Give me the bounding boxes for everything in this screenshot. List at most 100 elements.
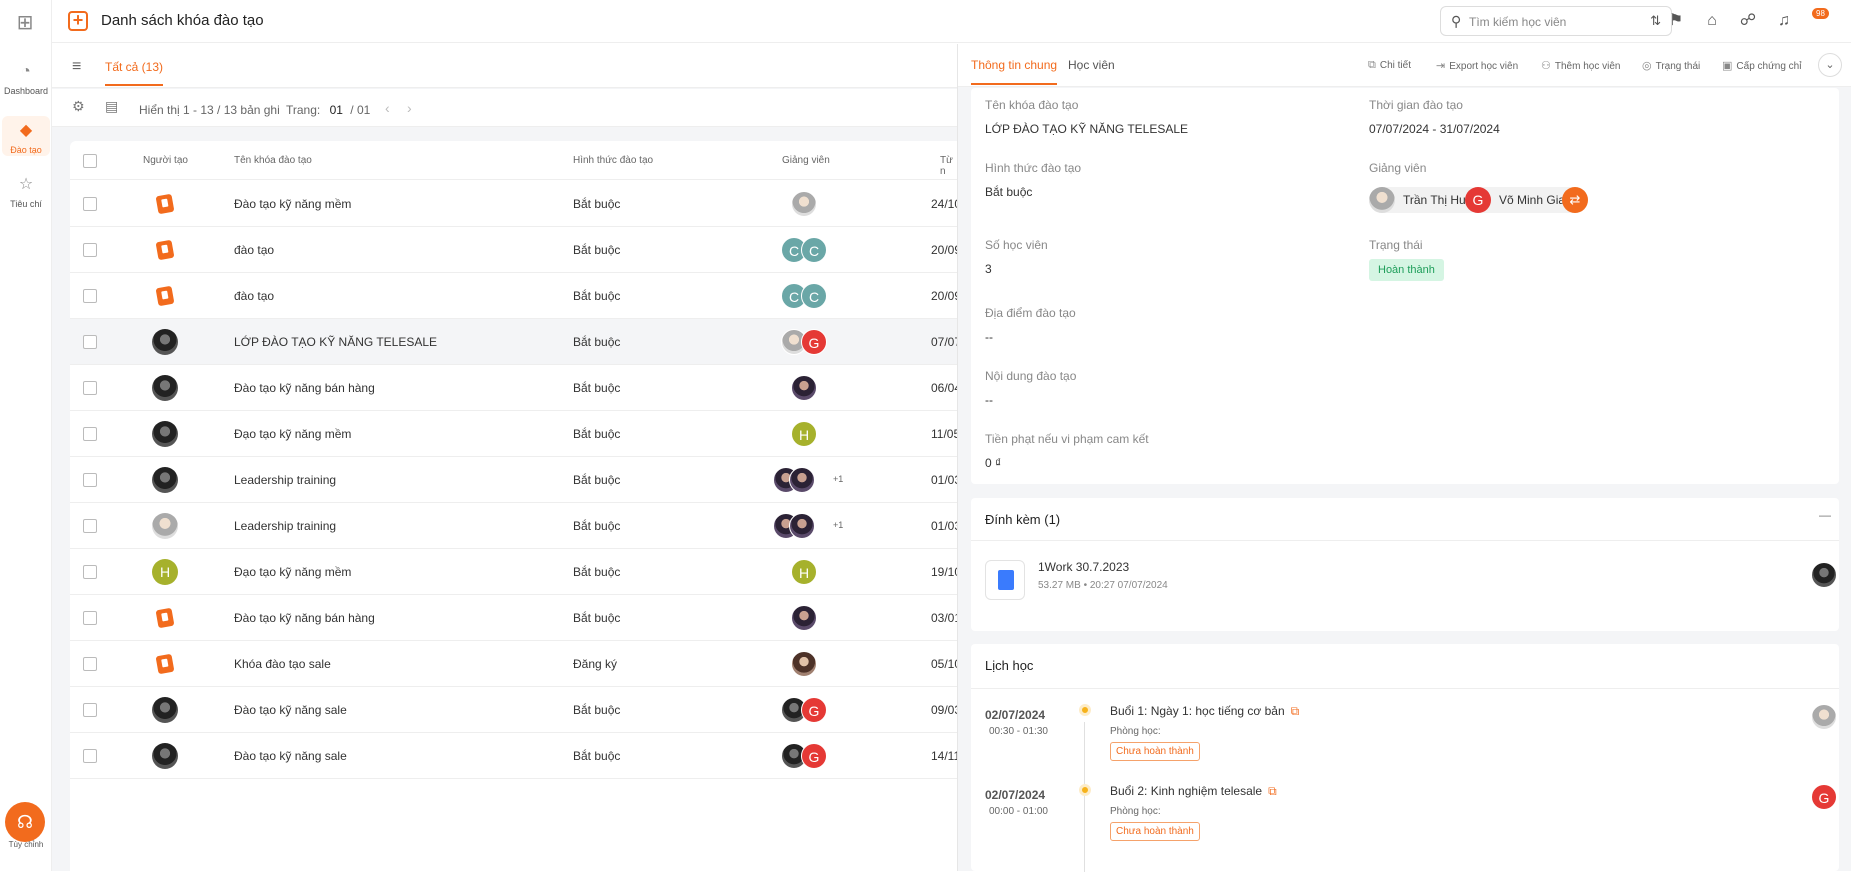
tab-students[interactable]: Học viên — [1068, 58, 1115, 72]
lecturer-avatars — [773, 651, 853, 679]
penalty-value: 0 ₫ — [985, 456, 1002, 470]
status-label: Trạng thái — [1369, 238, 1423, 252]
support-label: Tùy chỉnh — [8, 840, 44, 849]
creator-avatar — [152, 697, 178, 723]
row-checkbox[interactable] — [83, 749, 97, 763]
lecturer-avatars: H — [773, 559, 853, 587]
table-row[interactable]: Đào tạo kỹ năng sale Bắt buộc G 09/03 — [70, 687, 957, 733]
home-icon[interactable]: ⌂ — [1702, 11, 1722, 31]
add-course-button[interactable]: + — [68, 11, 88, 31]
attachment-item[interactable]: 1Work 30.7.2023 53.27 MB • 20:27 07/07/2… — [971, 540, 1839, 630]
session-title[interactable]: Buổi 2: Kinh nghiệm telesale ⧉ — [1110, 784, 1277, 799]
row-checkbox[interactable] — [83, 197, 97, 211]
start-date: 19/10 — [931, 565, 957, 579]
collapse-icon[interactable]: — — [1819, 508, 1831, 522]
row-checkbox[interactable] — [83, 381, 97, 395]
table-row[interactable]: H Đạo tạo kỹ năng mềm Bắt buộc H 19/10 — [70, 549, 957, 595]
avatar — [791, 605, 817, 631]
row-checkbox[interactable] — [83, 289, 97, 303]
sidebar-item-training[interactable]: ◆ Đào tạo — [2, 116, 50, 156]
row-checkbox[interactable] — [83, 519, 97, 533]
course-type: Bắt buộc — [573, 427, 621, 441]
sidebar-item-dashboard[interactable]: ◔ Dashboard — [2, 62, 50, 100]
general-info-card: Tên khóa đào tạo LỚP ĐÀO TẠO KỸ NĂNG TEL… — [971, 88, 1839, 484]
row-checkbox[interactable] — [83, 565, 97, 579]
row-checkbox[interactable] — [83, 703, 97, 717]
edit-lecturer-icon[interactable]: ⇄ — [1562, 187, 1588, 213]
course-type: Bắt buộc — [573, 289, 621, 303]
chevron-down-icon[interactable]: ⌄ — [1818, 53, 1842, 77]
col-name: Tên khóa đào tạo — [234, 155, 312, 166]
file-icon — [985, 560, 1025, 600]
content-label: Nội dung đào tạo — [985, 369, 1077, 383]
row-checkbox[interactable] — [83, 611, 97, 625]
table-row[interactable]: đào tạo Bắt buộc C C 20/09 — [70, 273, 957, 319]
course-name-label: Tên khóa đào tạo — [985, 98, 1079, 112]
table-row[interactable]: Đào tạo kỹ năng sale Bắt buộc G 14/11 — [70, 733, 957, 779]
page-current[interactable]: 01 — [330, 103, 343, 117]
avatar: G — [1465, 187, 1491, 213]
settings-sliders-icon[interactable]: ⚙ — [72, 98, 85, 115]
course-name: Đào tạo kỹ năng bán hàng — [234, 381, 375, 395]
lecturer-avatars — [773, 605, 853, 633]
next-page-icon[interactable]: › — [407, 100, 412, 116]
table-row[interactable]: Đào tạo kỹ năng bán hàng Bắt buộc 03/01 — [70, 595, 957, 641]
students-value: 3 — [985, 262, 992, 276]
sidebar: ⊞ ◔ Dashboard ◆ Đào tạo ☆ Tiêu chí ☊ Tùy… — [0, 0, 52, 871]
start-date: 06/04 — [931, 381, 957, 395]
support-button[interactable]: ☊ — [5, 802, 45, 842]
table-row[interactable]: Leadership training Bắt buộc +1 01/03 — [70, 457, 957, 503]
course-type: Đăng ký — [573, 657, 618, 671]
bell-icon[interactable]: ♫ — [1774, 11, 1794, 31]
filter-icon[interactable]: ⇅ — [1650, 13, 1661, 29]
tab-all[interactable]: Tất cả (13) — [105, 60, 164, 86]
list-view-icon[interactable]: ▤ — [105, 98, 118, 115]
creator-avatar — [152, 467, 178, 493]
start-date: 14/11 — [931, 749, 957, 763]
avatar — [789, 513, 815, 539]
start-date: 20/09 — [931, 289, 957, 303]
detail-button[interactable]: ⧉ Chi tiết — [1368, 59, 1411, 72]
bookmark-icon[interactable]: ⚑ — [1666, 11, 1686, 31]
row-checkbox[interactable] — [83, 335, 97, 349]
sidebar-item-criteria[interactable]: ☆ Tiêu chí — [2, 175, 50, 213]
status-button[interactable]: ◎ Trạng thái — [1642, 59, 1700, 72]
select-all-checkbox[interactable] — [83, 154, 97, 168]
table-row[interactable]: đào tạo Bắt buộc C C 20/09 — [70, 227, 957, 273]
certificate-button[interactable]: ▣ Cấp chứng chỉ — [1722, 59, 1801, 72]
table-row[interactable]: LỚP ĐÀO TẠO KỸ NĂNG TELESALE Bắt buộc G … — [70, 319, 957, 365]
table-row[interactable]: Đào tạo kỹ năng bán hàng Bắt buộc 06/04 — [70, 365, 957, 411]
start-date: 11/05 — [931, 427, 957, 441]
menu-icon[interactable]: ≡ — [72, 58, 81, 76]
chat-icon[interactable]: ☍ — [1738, 11, 1758, 31]
tab-general-info[interactable]: Thông tin chung — [971, 58, 1058, 85]
course-name: Đào tạo kỹ năng mềm — [234, 197, 352, 211]
row-checkbox[interactable] — [83, 657, 97, 671]
room-label: Phòng học: — [1110, 806, 1161, 817]
row-checkbox[interactable] — [83, 427, 97, 441]
table-row[interactable]: Leadership training Bắt buộc +1 01/03 — [70, 503, 957, 549]
avatar: H — [791, 559, 817, 585]
lecturer-avatars: G — [773, 697, 853, 725]
session-date: 02/07/2024 — [985, 788, 1046, 802]
penalty-label: Tiền phạt nếu vi phạm cam kết — [985, 432, 1149, 446]
prev-page-icon[interactable]: ‹ — [385, 100, 390, 116]
table-row[interactable]: Đạo tạo kỹ năng mềm Bắt buộc H 11/05 — [70, 411, 957, 457]
add-student-button[interactable]: ⚇ Thêm học viên — [1541, 59, 1620, 72]
creator-avatar — [152, 743, 178, 769]
row-checkbox[interactable] — [83, 243, 97, 257]
apps-grid-icon[interactable]: ⊞ — [14, 12, 36, 34]
table-row[interactable]: Khóa đào tạo sale Đăng ký 05/10 — [70, 641, 957, 687]
search-input[interactable]: ⚲ Tìm kiếm học viên ⇅ — [1440, 6, 1672, 36]
creator-avatar — [152, 513, 178, 539]
session-title[interactable]: Buổi 1: Ngày 1: học tiếng cơ bản ⧉ — [1110, 704, 1299, 719]
table-row[interactable]: Đào tạo kỹ năng mềm Bắt buộc 24/10 — [70, 181, 957, 227]
external-link-icon: ⧉ — [1290, 704, 1300, 718]
export-students-button[interactable]: ⇥ Export học viên — [1436, 59, 1518, 72]
page-total: / 01 — [350, 103, 371, 117]
type-value: Bắt buộc — [985, 185, 1033, 199]
creator-avatar — [152, 605, 178, 631]
row-checkbox[interactable] — [83, 473, 97, 487]
pagination: Trang: 01 / 01 — [286, 103, 370, 117]
session-date: 02/07/2024 — [985, 708, 1046, 722]
